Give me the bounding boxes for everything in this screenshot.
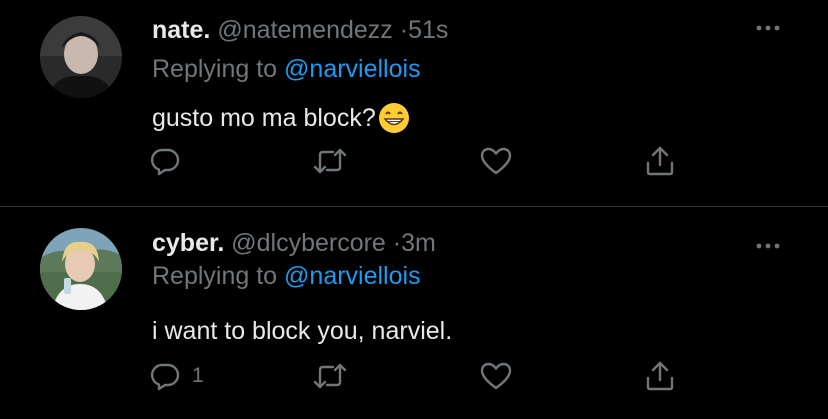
reply-button[interactable]	[150, 143, 192, 179]
avatar[interactable]	[40, 228, 122, 310]
timestamp[interactable]: 51s	[408, 16, 448, 44]
like-button[interactable]	[480, 358, 512, 394]
tweet-header: cyber. @dlcybercore ·3m	[152, 228, 436, 258]
more-options-icon[interactable]	[752, 236, 786, 256]
tweet-actions	[150, 143, 690, 179]
avatar[interactable]	[40, 16, 122, 98]
reply-icon	[150, 361, 180, 391]
user-handle[interactable]: @natemendezz	[217, 16, 392, 44]
display-name[interactable]: nate.	[152, 16, 210, 44]
tweet-text-content: gusto mo ma block?	[152, 104, 376, 132]
timestamp[interactable]: 3m	[401, 229, 436, 257]
tweet[interactable]: cyber. @dlcybercore ·3m Replying to @nar…	[0, 208, 828, 419]
share-icon	[645, 360, 675, 392]
heart-icon	[480, 146, 512, 176]
share-button[interactable]	[645, 143, 675, 179]
retweet-icon	[313, 361, 347, 391]
reply-button[interactable]: 1	[150, 358, 204, 394]
retweet-button[interactable]	[313, 358, 347, 394]
display-name[interactable]: cyber.	[152, 229, 224, 257]
reply-count: 1	[192, 364, 204, 387]
reply-mention-link[interactable]: @narviellois	[284, 262, 421, 290]
retweet-button[interactable]	[313, 143, 347, 179]
share-button[interactable]	[645, 358, 675, 394]
share-icon	[645, 145, 675, 177]
separator-dot: ·	[399, 16, 409, 44]
grinning-face-emoji-icon	[377, 101, 411, 135]
tweet-text: i want to block you, narviel.	[152, 315, 452, 347]
replying-to-line: Replying to @narviellois	[152, 261, 421, 291]
more-options-icon[interactable]	[752, 18, 786, 38]
tweet-divider	[0, 206, 828, 207]
replying-to-label: Replying to	[152, 55, 278, 83]
replying-to-line: Replying to @narviellois	[152, 54, 421, 84]
tweet-text: gusto mo ma block?	[152, 101, 411, 135]
reply-icon	[150, 146, 180, 176]
heart-icon	[480, 361, 512, 391]
tweet-actions: 1	[150, 358, 690, 394]
like-button[interactable]	[480, 143, 512, 179]
tweet[interactable]: nate. @natemendezz ·51s Replying to @nar…	[0, 0, 828, 207]
retweet-icon	[313, 146, 347, 176]
separator-dot: ·	[392, 229, 402, 257]
replying-to-label: Replying to	[152, 262, 278, 290]
reply-mention-link[interactable]: @narviellois	[284, 55, 421, 83]
tweet-header: nate. @natemendezz ·51s	[152, 15, 448, 45]
tweet-text-content: i want to block you, narviel.	[152, 317, 453, 345]
user-handle[interactable]: @dlcybercore	[231, 229, 386, 257]
